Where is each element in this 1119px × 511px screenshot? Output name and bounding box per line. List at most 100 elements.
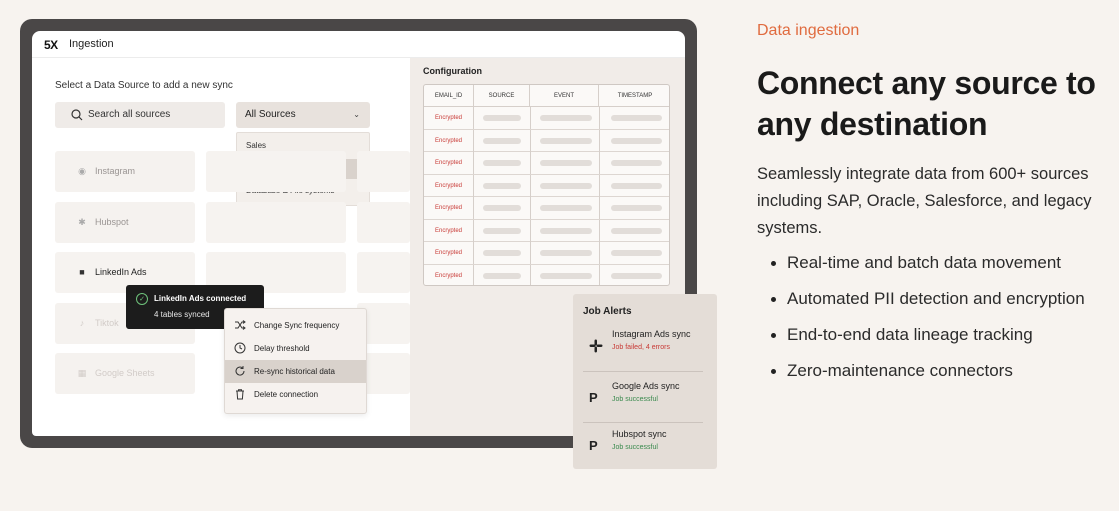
column-divider [599,197,600,219]
linkedin-icon: ■ [79,267,85,277]
job-status: Job successful [612,444,658,451]
column-divider [599,152,600,174]
job-status: Job failed, 4 errors [612,344,670,351]
source-card-placeholder[interactable] [357,202,410,243]
source-filter-select[interactable]: All Sources ⌄ [236,102,370,128]
masked-value-bar [611,205,662,211]
menu-item-delay-threshold[interactable]: Delay threshold [225,337,366,360]
source-card-placeholder[interactable] [206,151,346,192]
toast-title: LinkedIn Ads connected [154,294,247,303]
masked-value-bar [483,115,521,121]
configuration-table: EMAIL_ID SOURCE EVENT TIMESTAMP Encrypte… [423,84,670,286]
menu-item-label: Re-sync historical data [254,367,335,376]
feature-item: Automated PII detection and encryption [771,285,1111,313]
menu-item-delete-connection[interactable]: Delete connection [225,383,366,406]
masked-value-bar [483,227,521,234]
menu-item-resync-historical[interactable]: Re-sync historical data [225,360,366,383]
menu-item-label: Delay threshold [254,344,310,353]
source-card-placeholder[interactable] [357,252,410,293]
masked-value-bar [483,182,521,189]
instagram-icon: ◉ [78,166,86,176]
column-header: TIMESTAMP [599,85,669,107]
table-row: Encrypted [424,242,669,265]
app-title: Ingestion [69,38,114,50]
menu-item-label: Change Sync frequency [254,321,340,330]
column-divider [530,242,531,264]
search-label: Search all sources [88,109,171,120]
column-divider [530,219,531,242]
column-divider [530,107,531,129]
section-headline: Connect any source to any destination [757,65,1096,142]
column-divider [599,129,600,152]
masked-value-bar [611,182,662,189]
source-card-google-sheets[interactable]: ▦ Google Sheets [55,353,195,394]
masked-value-bar [611,227,662,234]
column-divider [530,174,531,197]
column-divider [599,174,600,197]
masked-value-bar [611,115,662,121]
chevron-down-icon: ⌄ [353,110,360,119]
source-card-placeholder[interactable] [206,202,346,243]
masked-value-bar [540,250,592,256]
source-card-instagram[interactable]: ◉ Instagram [55,151,195,192]
source-label: Instagram [95,166,136,176]
source-label: LinkedIn Ads [95,267,147,277]
masked-value-bar [540,160,592,166]
masked-value-bar [540,137,592,144]
masked-value-bar [483,137,521,144]
table-row: Encrypted [424,174,669,197]
column-divider [599,264,600,285]
sheets-icon: ▦ [77,368,87,378]
tiktok-icon: ♪ [79,318,85,328]
masked-value-bar [540,182,592,189]
source-picker: Select a Data Source to add a new sync S… [32,58,410,436]
search-input[interactable]: Search all sources [55,102,225,128]
configuration-title: Configuration [423,66,482,76]
search-icon [71,109,83,121]
masked-value-bar [483,250,521,256]
table-row: Encrypted [424,197,669,220]
column-divider [599,107,600,129]
encrypted-cell: Encrypted [424,174,474,197]
source-card-hubspot[interactable]: ✱ Hubspot [55,202,195,243]
masked-value-bar [483,160,521,166]
column-divider [599,242,600,264]
table-row: Encrypted [424,152,669,175]
slack-icon [589,339,603,353]
source-label: Tiktok [95,318,119,328]
encrypted-cell: Encrypted [424,197,474,219]
column-header: EVENT [530,85,599,107]
job-alert-item[interactable]: Instagram Ads sync Job failed, 4 errors [583,324,705,370]
divider [583,371,703,372]
hubspot-icon: ✱ [78,217,86,227]
masked-value-bar [483,272,521,279]
column-divider [530,264,531,285]
job-name: Instagram Ads sync [612,329,691,339]
source-card-placeholder[interactable] [357,151,410,192]
column-divider [599,219,600,242]
masked-value-bar [611,272,662,279]
section-eyebrow: Data ingestion [757,22,860,39]
masked-value-bar [611,250,662,256]
refresh-icon [235,366,245,376]
encrypted-cell: Encrypted [424,129,474,152]
table-row: Encrypted [424,107,669,130]
table-row: Encrypted [424,219,669,242]
section-description: Seamlessly integrate data from 600+ sour… [757,165,1092,237]
shuffle-icon [235,320,246,330]
clock-icon [234,342,246,354]
app-topbar: 5X Ingestion [32,31,685,58]
menu-item-change-sync-frequency[interactable]: Change Sync frequency [225,314,366,337]
job-alerts-title: Job Alerts [583,306,632,317]
masked-value-bar [611,137,662,144]
job-alert-item[interactable]: P Hubspot sync Job successful [583,424,705,470]
masked-value-bar [540,227,592,234]
job-alert-item[interactable]: P Google Ads sync Job successful [583,376,705,422]
encrypted-cell: Encrypted [424,264,474,285]
check-circle-icon: ✓ [136,293,148,305]
job-alerts-panel: Job Alerts Instagram Ads sync Job failed… [573,294,717,469]
p-icon: P [589,438,598,453]
feature-item: End-to-end data lineage tracking [771,321,1111,349]
feature-list: Real-time and batch data movement Automa… [771,249,1111,393]
job-name: Hubspot sync [612,429,667,439]
